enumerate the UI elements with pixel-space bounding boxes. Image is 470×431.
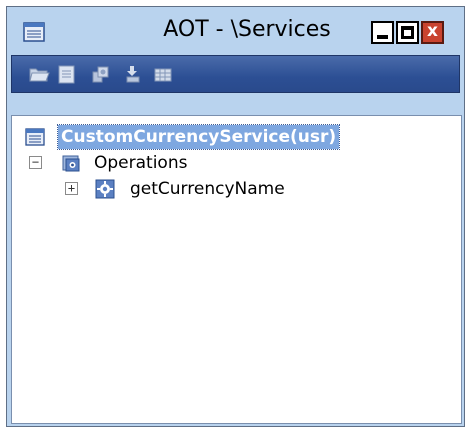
compile-button[interactable] bbox=[90, 63, 112, 85]
collapse-toggle[interactable]: − bbox=[29, 156, 42, 169]
operations-folder-icon bbox=[61, 153, 81, 173]
open-folder-button[interactable] bbox=[28, 63, 50, 85]
properties-button[interactable] bbox=[56, 63, 78, 85]
minimize-button[interactable] bbox=[371, 21, 394, 44]
method-icon bbox=[95, 179, 115, 199]
compile-icon bbox=[92, 66, 109, 83]
aot-window: AOT - \Services x CustomCurrencyService(… bbox=[6, 6, 465, 427]
tree-node-getcurrencyname[interactable]: + getCurrencyName bbox=[25, 177, 305, 201]
root-label: CustomCurrencyService(usr) bbox=[56, 124, 341, 150]
import-export-button[interactable] bbox=[122, 63, 144, 85]
table-icon bbox=[154, 68, 172, 82]
toolbar bbox=[11, 55, 460, 93]
properties-icon bbox=[58, 65, 75, 84]
operations-label: Operations bbox=[94, 153, 188, 173]
maximize-icon bbox=[401, 26, 414, 39]
tree-node-operations[interactable]: − Operations bbox=[25, 151, 245, 175]
close-icon: x bbox=[427, 21, 438, 41]
title-bar[interactable]: AOT - \Services x bbox=[7, 7, 464, 55]
import-export-icon bbox=[126, 66, 140, 83]
maximize-button[interactable] bbox=[396, 21, 419, 44]
close-button[interactable]: x bbox=[421, 21, 444, 44]
tree-node-root[interactable]: CustomCurrencyService(usr) bbox=[25, 124, 355, 150]
aot-app-icon bbox=[23, 22, 45, 42]
getcurrencyname-label: getCurrencyName bbox=[130, 179, 285, 199]
aot-tree[interactable]: CustomCurrencyService(usr) − Operations … bbox=[11, 115, 462, 424]
open-folder-icon bbox=[29, 68, 50, 82]
expand-toggle[interactable]: + bbox=[65, 182, 78, 195]
service-icon bbox=[25, 127, 45, 147]
minimize-icon bbox=[377, 35, 388, 39]
table-button[interactable] bbox=[152, 63, 174, 85]
window-title: AOT - \Services bbox=[163, 17, 331, 42]
